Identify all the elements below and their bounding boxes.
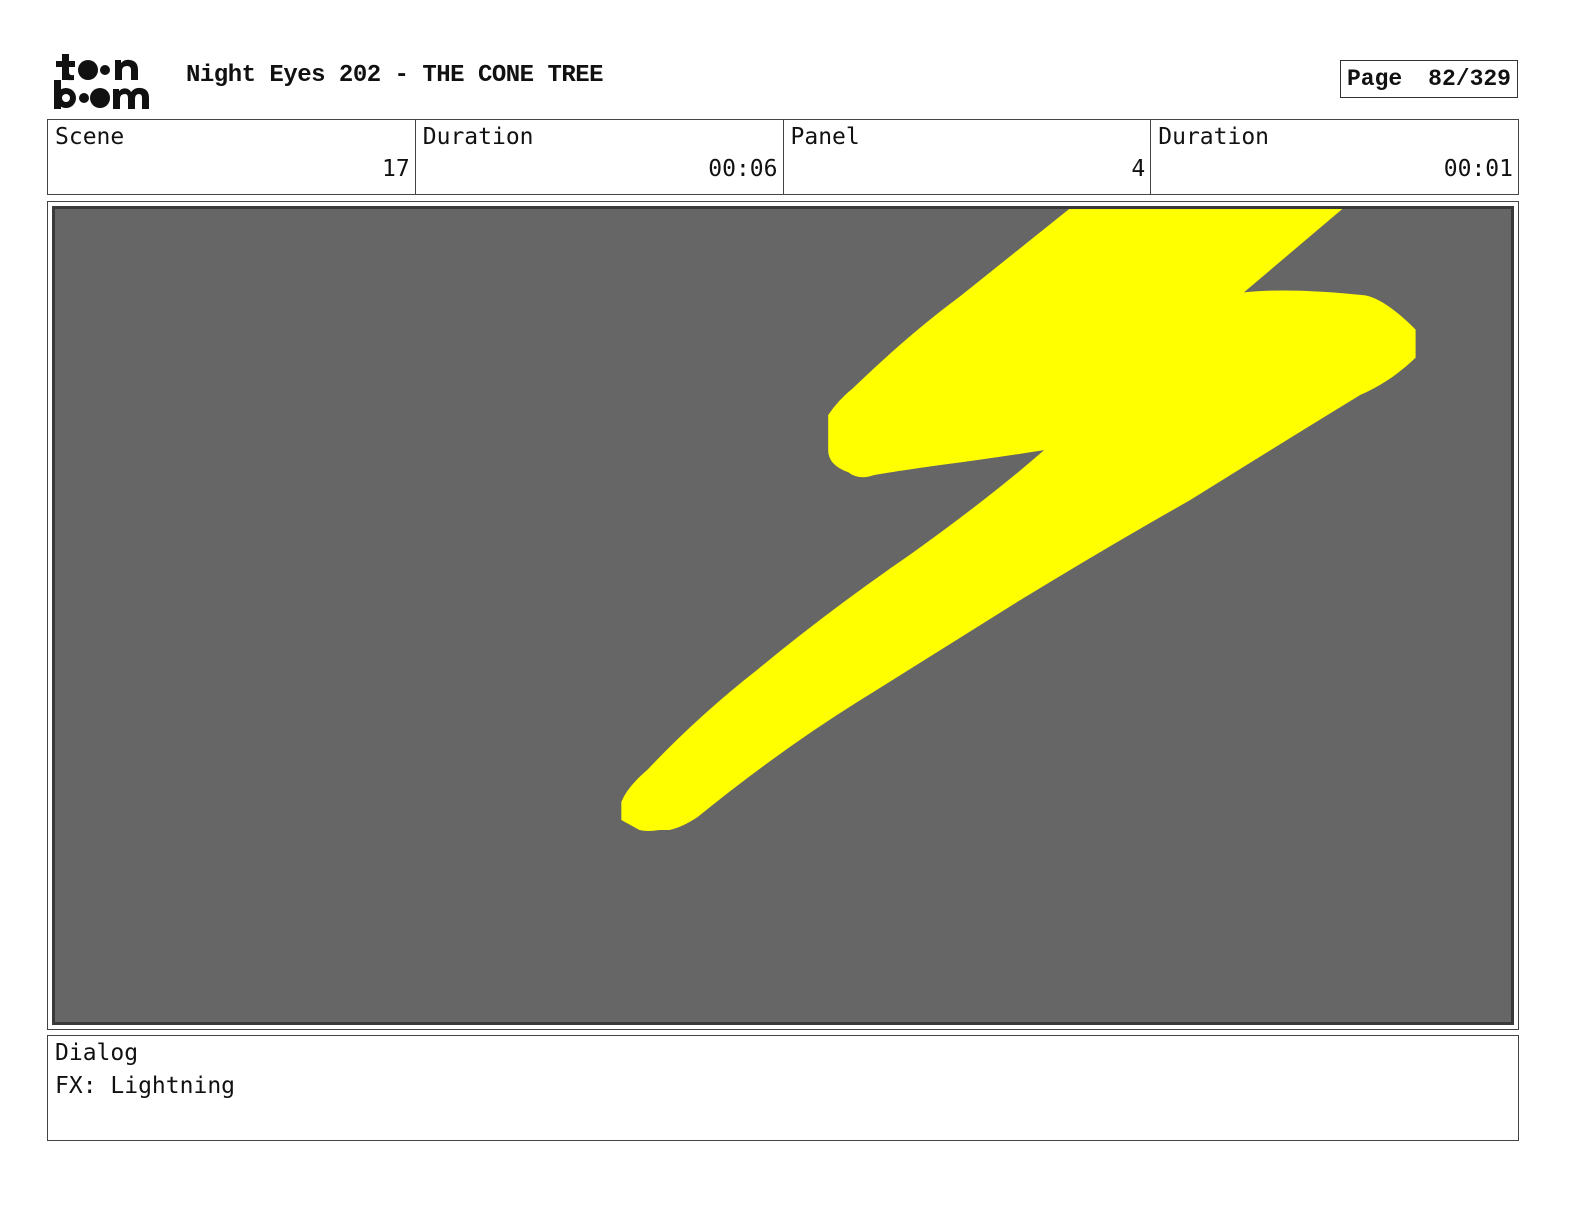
scene-duration-cell: Duration 00:06 xyxy=(416,120,784,194)
dialog-box: Dialog FX: Lightning xyxy=(47,1035,1519,1141)
dialog-label: Dialog xyxy=(55,1040,139,1066)
storyboard-panel-canvas xyxy=(52,206,1514,1025)
page-label: Page xyxy=(1347,66,1403,92)
scene-duration-value: 00:06 xyxy=(708,156,778,182)
panel-duration-label: Duration xyxy=(1158,124,1270,150)
lightning-bolt-icon xyxy=(621,209,1416,832)
panel-duration-value: 00:01 xyxy=(1443,156,1513,182)
scene-duration-label: Duration xyxy=(422,124,534,150)
project-title: Night Eyes 202 - THE CONE TREE xyxy=(186,62,604,89)
panel-cell: Panel 4 xyxy=(784,120,1152,194)
scene-cell: Scene 17 xyxy=(48,120,416,194)
storyboard-panel-frame xyxy=(47,201,1519,1030)
scene-value: 17 xyxy=(382,156,410,182)
toon-boom-logo xyxy=(52,50,164,112)
panel-duration-cell: Duration 00:01 xyxy=(1151,120,1518,194)
dialog-text: FX: Lightning xyxy=(55,1073,236,1099)
page-number: 82/329 xyxy=(1428,66,1511,92)
panel-value: 4 xyxy=(1131,156,1146,182)
panel-label: Panel xyxy=(790,124,860,150)
scene-label: Scene xyxy=(55,124,125,150)
panel-artwork xyxy=(621,209,1416,832)
scene-info-row: Scene 17 Duration 00:06 Panel 4 Duration… xyxy=(47,119,1519,195)
page-indicator: Page 82/329 xyxy=(1340,60,1518,98)
